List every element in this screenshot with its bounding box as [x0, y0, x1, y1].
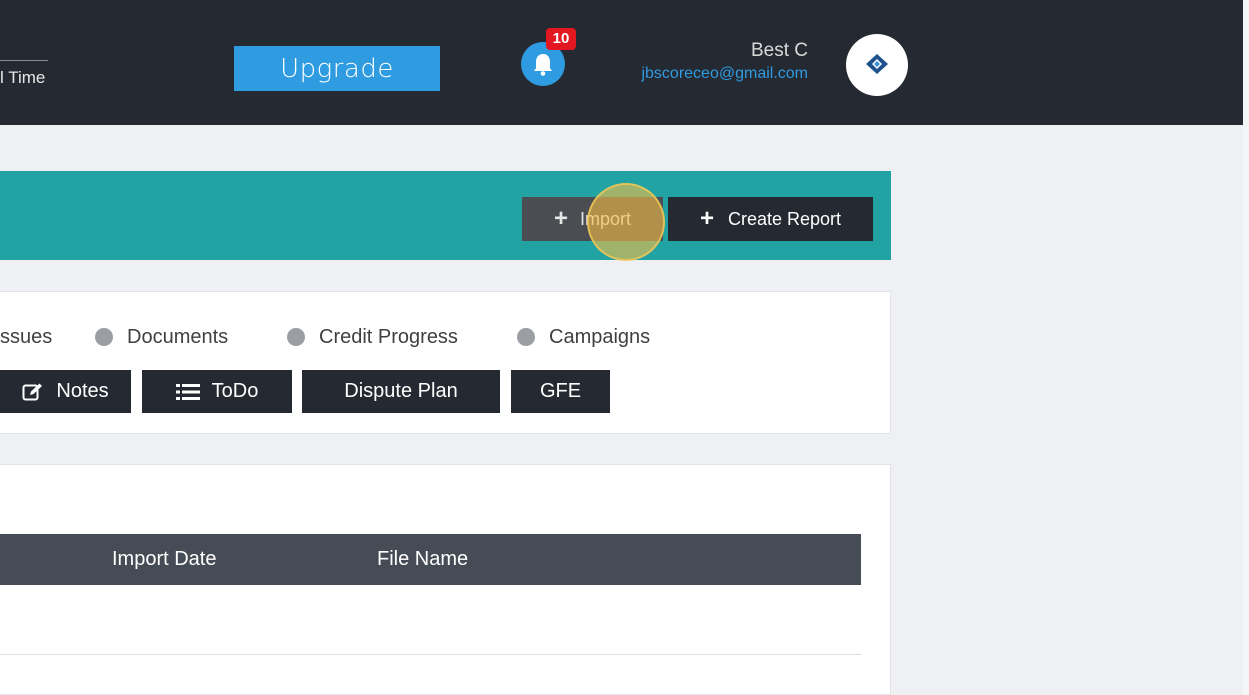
- tab-credit-progress-label: Credit Progress: [319, 325, 458, 348]
- column-header-import-date[interactable]: Import Date: [112, 534, 216, 585]
- upgrade-button[interactable]: Upgrade: [234, 46, 440, 91]
- status-dot-icon: [95, 328, 113, 346]
- table-row-divider: [0, 654, 861, 655]
- notification-count-badge: 10: [546, 28, 576, 50]
- tab-credit-progress[interactable]: Credit Progress: [287, 323, 458, 351]
- import-button[interactable]: + Import: [522, 197, 663, 241]
- todo-button-label: ToDo: [211, 380, 259, 402]
- top-header: [0, 0, 1243, 125]
- todo-button[interactable]: ToDo: [142, 370, 292, 413]
- status-dot-icon: [517, 328, 535, 346]
- plus-icon: +: [699, 205, 714, 232]
- tab-issues[interactable]: ssues: [0, 323, 52, 351]
- dispute-plan-button[interactable]: Dispute Plan: [302, 370, 500, 413]
- tab-campaigns-label: Campaigns: [549, 325, 651, 348]
- plus-icon: +: [553, 205, 568, 232]
- avatar[interactable]: [846, 34, 908, 96]
- notes-button-label: Notes: [56, 380, 109, 402]
- tab-campaigns[interactable]: Campaigns: [517, 323, 650, 351]
- tab-documents-label: Documents: [127, 325, 229, 348]
- user-email[interactable]: jbscoreceo@gmail.com: [600, 65, 808, 83]
- create-report-button[interactable]: + Create Report: [668, 197, 873, 241]
- user-name[interactable]: Best C: [700, 40, 808, 62]
- column-header-file-name[interactable]: File Name: [377, 534, 468, 585]
- import-button-label: Import: [580, 208, 632, 229]
- company-logo-icon: [866, 54, 888, 74]
- tab-issues-label: ssues: [0, 325, 53, 348]
- tab-documents[interactable]: Documents: [95, 323, 228, 351]
- notes-button[interactable]: Notes: [0, 370, 131, 413]
- list-icon: [175, 383, 200, 400]
- page-edge: [1243, 0, 1249, 695]
- gfe-button[interactable]: GFE: [511, 370, 610, 413]
- bell-icon: [534, 54, 552, 76]
- edit-icon: [22, 383, 43, 400]
- create-report-label: Create Report: [727, 208, 842, 229]
- status-dot-icon: [287, 328, 305, 346]
- time-nav-label[interactable]: l Time: [0, 60, 48, 93]
